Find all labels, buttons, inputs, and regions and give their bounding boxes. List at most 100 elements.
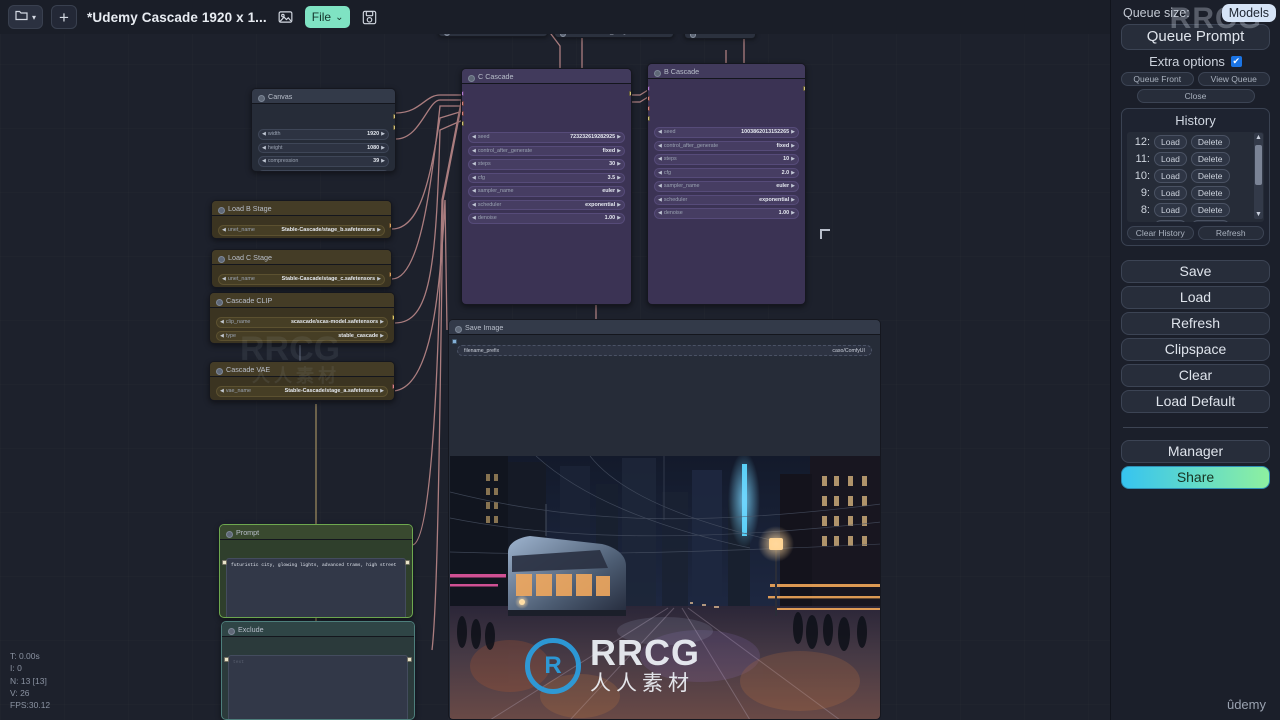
widget-height[interactable]: ◀ height 1080 ▶ (258, 142, 389, 153)
history-delete-button[interactable]: Delete (1190, 219, 1230, 222)
increment-arrow[interactable]: ▶ (377, 276, 381, 282)
increment-arrow[interactable]: ▶ (380, 319, 384, 325)
history-load-button[interactable]: Load (1154, 134, 1187, 149)
clipspace-button[interactable]: Clipspace (1121, 338, 1270, 361)
decrement-arrow[interactable]: ◀ (262, 158, 266, 164)
decrement-arrow[interactable]: ◀ (472, 202, 476, 208)
decrement-arrow[interactable]: ◀ (220, 333, 224, 339)
history-scroll-thumb[interactable] (1255, 145, 1262, 185)
widget-sampler-name[interactable]: ◀ sampler_name euler ▶ (468, 186, 625, 197)
widget-unet-name[interactable]: ◀ unet_name Stable-Cascade/stage_b.safet… (218, 225, 385, 236)
history-row[interactable]: 7: Load Delete (1130, 219, 1261, 222)
history-row[interactable]: 8: Load Delete (1130, 202, 1261, 217)
widget-steps[interactable]: ◀ steps 30 ▶ (468, 159, 625, 170)
increment-arrow[interactable]: ▶ (617, 202, 621, 208)
input-port-positive[interactable] (462, 101, 464, 106)
node-prompt[interactable]: Prompt futuristic city, glowing lights, … (219, 524, 413, 618)
image-preview[interactable] (450, 456, 880, 719)
input-port-clip[interactable] (222, 560, 227, 565)
increment-arrow[interactable]: ▶ (381, 145, 385, 151)
decrement-arrow[interactable]: ◀ (658, 156, 662, 162)
increment-arrow[interactable]: ▶ (617, 215, 621, 221)
decrement-arrow[interactable]: ◀ (472, 188, 476, 194)
node-exclude[interactable]: Exclude text (221, 621, 415, 720)
widget-filename-prefix[interactable]: filename_prefix caso/ComfyUI (457, 345, 872, 356)
widget-scheduler[interactable]: ◀ scheduler exponential ▶ (468, 199, 625, 210)
workflows-folder-button[interactable]: ▾ (8, 5, 44, 29)
increment-arrow[interactable]: ▶ (617, 188, 621, 194)
output-port-conditioning[interactable] (407, 657, 412, 662)
decrement-arrow[interactable]: ◀ (222, 227, 226, 233)
increment-arrow[interactable]: ▶ (377, 227, 381, 233)
widget-clip-name[interactable]: ◀ clip_name scascade/scas-model.safetens… (216, 317, 388, 328)
history-delete-button[interactable]: Delete (1190, 168, 1230, 183)
history-row[interactable]: 12: Load Delete (1130, 134, 1261, 149)
output-port-conditioning[interactable] (405, 560, 410, 565)
new-workflow-button[interactable]: + (51, 5, 78, 29)
output-port-model[interactable] (389, 223, 391, 228)
increment-arrow[interactable]: ▶ (791, 183, 795, 189)
node-load-b-stage[interactable]: Load B Stage ◀ unet_name Stable-Cascade/… (211, 200, 392, 239)
increment-arrow[interactable]: ▶ (617, 148, 621, 154)
node-b-cascade[interactable]: B Cascade ◀ seed 1003862013152265 ▶ ◀ co… (647, 63, 806, 305)
decrement-arrow[interactable]: ◀ (220, 319, 224, 325)
decrement-arrow[interactable]: ◀ (658, 170, 662, 176)
decrement-arrow[interactable]: ◀ (472, 134, 476, 140)
decrement-arrow[interactable]: ◀ (472, 175, 476, 181)
history-load-button[interactable]: Load (1154, 219, 1187, 222)
widget-vae-name[interactable]: ◀ vae_name Stable-Cascade/stage_a.safete… (216, 386, 388, 397)
widget-batch-size[interactable]: ◀ batch_size 1 ▶ (258, 169, 389, 171)
increment-arrow[interactable]: ▶ (617, 161, 621, 167)
input-port-clip[interactable] (224, 657, 229, 662)
input-port-model[interactable] (462, 91, 464, 96)
output-port-latent[interactable] (803, 86, 805, 91)
increment-arrow[interactable]: ▶ (791, 129, 795, 135)
file-menu-button[interactable]: File ⌄ (304, 6, 351, 28)
increment-arrow[interactable]: ▶ (380, 388, 384, 394)
node-c-cascade[interactable]: C Cascade ◀ seed 723232619282925 ▶ ◀ con… (461, 68, 632, 305)
increment-arrow[interactable]: ▶ (791, 156, 795, 162)
image-icon[interactable] (275, 6, 297, 28)
queue-front-button[interactable]: Queue Front (1121, 72, 1194, 86)
decrement-arrow[interactable]: ◀ (658, 143, 662, 149)
clear-history-button[interactable]: Clear History (1127, 226, 1194, 240)
close-button[interactable]: Close (1136, 89, 1255, 103)
history-delete-button[interactable]: Delete (1190, 151, 1230, 166)
decrement-arrow[interactable]: ◀ (658, 210, 662, 216)
widget-denoise[interactable]: ◀ denoise 1.00 ▶ (468, 213, 625, 224)
widget-control-after-generate[interactable]: ◀ control_after_generate fixed ▶ (468, 145, 625, 156)
widget-cfg[interactable]: ◀ cfg 3.5 ▶ (468, 172, 625, 183)
widget-unet-name[interactable]: ◀ unet_name Stable-Cascade/stage_c.safet… (218, 274, 385, 285)
input-port-model[interactable] (648, 86, 650, 91)
history-row[interactable]: 10: Load Delete (1130, 168, 1261, 183)
widget-steps[interactable]: ◀ steps 10 ▶ (654, 154, 799, 165)
node-save-image[interactable]: Save Image filename_prefix caso/ComfyUI (448, 319, 881, 720)
decrement-arrow[interactable]: ◀ (658, 129, 662, 135)
history-load-button[interactable]: Load (1154, 168, 1187, 183)
node-cascade-vae[interactable]: Cascade VAE ◀ vae_name Stable-Cascade/st… (209, 361, 395, 401)
history-load-button[interactable]: Load (1154, 202, 1187, 217)
history-list[interactable]: 12: Load Delete 11: Load Delete 10: Load… (1127, 132, 1264, 222)
load-button[interactable]: Load (1121, 286, 1270, 309)
save-icon[interactable] (358, 6, 380, 28)
decrement-arrow[interactable]: ◀ (262, 131, 266, 137)
extra-options-checkbox[interactable] (1230, 55, 1242, 67)
history-delete-button[interactable]: Delete (1190, 134, 1230, 149)
increment-arrow[interactable]: ▶ (791, 170, 795, 176)
output-port-latent[interactable] (393, 114, 395, 119)
widget-seed[interactable]: ◀ seed 723232619282925 ▶ (468, 132, 625, 143)
load-default-button[interactable]: Load Default (1121, 390, 1270, 413)
decrement-arrow[interactable]: ◀ (262, 145, 266, 151)
history-delete-button[interactable]: Delete (1190, 185, 1230, 200)
graph-canvas[interactable]: RRCG 人人素材 ConditioningZeroOut StableCasc… (0, 0, 1110, 720)
increment-arrow[interactable]: ▶ (791, 197, 795, 203)
output-port-image[interactable] (393, 125, 395, 130)
output-port-model[interactable] (389, 272, 391, 277)
input-port-negative[interactable] (648, 106, 650, 111)
history-row[interactable]: 11: Load Delete (1130, 151, 1261, 166)
increment-arrow[interactable]: ▶ (381, 131, 385, 137)
input-port-positive[interactable] (648, 96, 650, 101)
increment-arrow[interactable]: ▶ (617, 175, 621, 181)
queue-prompt-button[interactable]: Queue Prompt (1121, 24, 1270, 50)
input-port-latent[interactable] (462, 121, 464, 126)
